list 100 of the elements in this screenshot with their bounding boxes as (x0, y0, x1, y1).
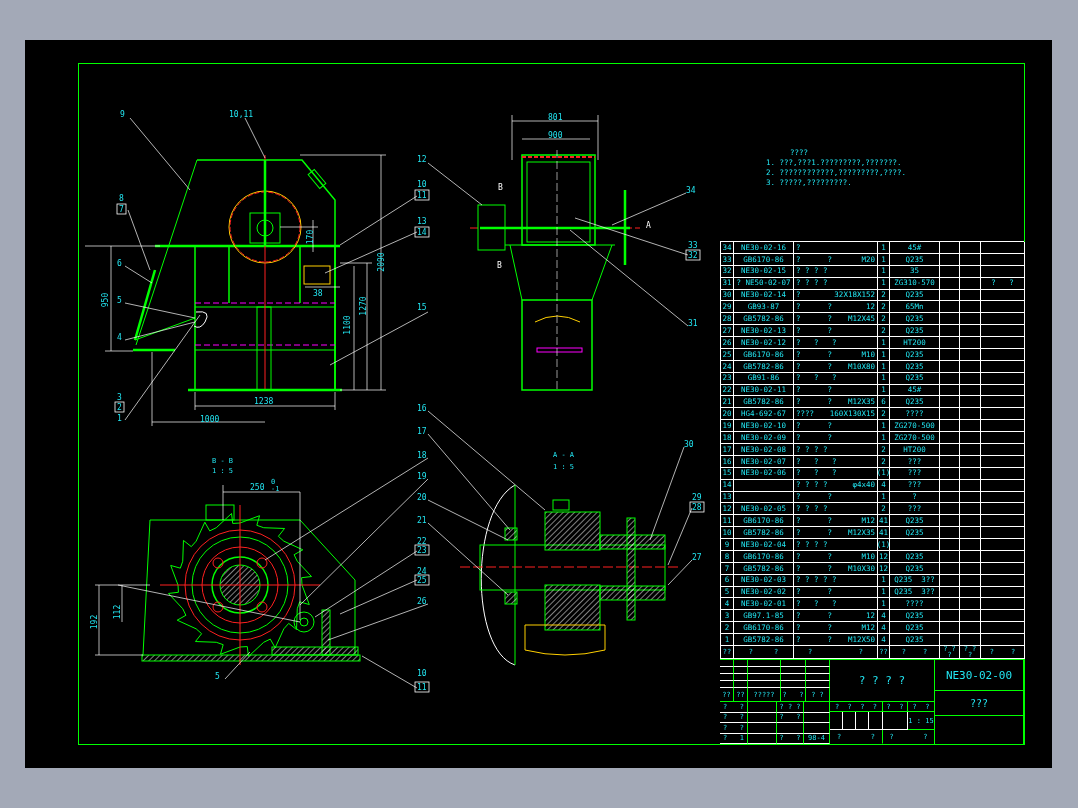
part-number: 11 (417, 683, 427, 692)
empty-cell (981, 265, 1025, 278)
section-mark: B (498, 183, 503, 192)
dimension-value: 1238 (254, 397, 274, 406)
part-number: 9 (120, 110, 125, 119)
empty-cell (777, 723, 804, 734)
empty-cell (883, 712, 908, 730)
empty-cell (940, 598, 960, 611)
empty-cell (981, 242, 1025, 254)
empty-cell (981, 574, 1025, 587)
part-number: 14 (417, 228, 427, 237)
empty-cell (981, 432, 1025, 444)
drawing-number: NE30-02-00 (935, 660, 1023, 691)
dimension-value: 2090 (377, 252, 386, 272)
empty-cell (981, 479, 1025, 492)
part-number: 28 (692, 503, 702, 512)
empty-cell (981, 253, 1025, 266)
empty-cell (940, 301, 960, 314)
empty-cell (960, 479, 981, 492)
empty-cell (940, 503, 960, 516)
part-number: 27 (692, 553, 702, 562)
empty-cell (981, 515, 1025, 528)
empty-cell (940, 313, 960, 326)
empty-cell (960, 515, 981, 528)
part-number: 20 (417, 493, 427, 502)
empty-cell (981, 301, 1025, 314)
empty-cell (748, 723, 777, 734)
empty-cell (960, 372, 981, 385)
empty-cell (981, 598, 1025, 611)
part-number: 6 (117, 259, 122, 268)
part-number: 7 (119, 205, 124, 214)
part-number: 33 (688, 241, 698, 250)
empty-cell (981, 622, 1025, 635)
empty-cell (960, 337, 981, 349)
empty-cell (981, 348, 1025, 361)
dimension-value: 250 (250, 483, 265, 492)
part-number: 8 (119, 194, 124, 203)
empty-cell (940, 610, 960, 623)
empty-cell (960, 360, 981, 373)
empty-cell (981, 539, 1025, 551)
empty-cell (960, 550, 981, 563)
empty-cell (981, 325, 1025, 338)
empty-cell (981, 408, 1025, 421)
empty-cell (981, 396, 1025, 409)
part-number: 10 (417, 180, 427, 189)
part-number: 30 (684, 440, 694, 449)
part-number: 18 (417, 451, 427, 460)
empty-cell (960, 432, 981, 444)
empty-cell (960, 289, 981, 302)
part-number: 2 (117, 403, 122, 412)
empty-cell (940, 586, 960, 599)
part-number: 19 (417, 472, 427, 481)
leader-line (361, 655, 418, 689)
empty-cell (748, 702, 777, 713)
part-number: 29 (692, 493, 702, 502)
leader-line (427, 162, 483, 206)
empty-cell (960, 622, 981, 635)
part-number: 5 (117, 296, 122, 305)
empty-cell (960, 574, 981, 587)
empty-cell (940, 432, 960, 444)
empty-cell (960, 313, 981, 326)
empty-cell (960, 384, 981, 397)
empty-cell (940, 372, 960, 385)
empty-cell (940, 253, 960, 266)
part-number: 1 (117, 414, 122, 423)
empty-cell (981, 467, 1025, 480)
empty-cell (940, 491, 960, 504)
part-number: 25 (417, 576, 427, 585)
part-number: 22 (417, 537, 427, 546)
empty-cell (981, 444, 1025, 456)
part-number: 5 (215, 672, 220, 681)
empty-cell (940, 444, 960, 456)
empty-cell (981, 372, 1025, 385)
empty-cell (981, 562, 1025, 575)
part-number: 31 (688, 319, 698, 328)
empty-cell (960, 301, 981, 314)
empty-cell (960, 586, 981, 599)
dimension-value: 1100 (343, 315, 352, 335)
section-mark: A (646, 221, 651, 230)
empty-cell (940, 408, 960, 421)
empty-cell (940, 277, 960, 290)
empty-cell (940, 325, 960, 338)
empty-cell (960, 467, 981, 480)
empty-cell (981, 550, 1025, 563)
dimension-value: 112 (113, 604, 122, 620)
empty-cell (869, 712, 883, 730)
dimension-value: 38 (313, 289, 323, 298)
empty-cell (940, 479, 960, 492)
dimension-value: 170 (306, 229, 315, 245)
empty-cell (960, 491, 981, 504)
part-number: 32 (688, 251, 698, 260)
leader-line (224, 651, 251, 680)
empty-cell (748, 712, 777, 723)
part-number: 12 (417, 155, 427, 164)
empty-cell (856, 712, 869, 730)
empty-cell (960, 444, 981, 456)
organization-name: ??? (935, 691, 1023, 716)
empty-cell (890, 539, 940, 551)
empty-cell (940, 622, 960, 635)
empty-cell (960, 562, 981, 575)
